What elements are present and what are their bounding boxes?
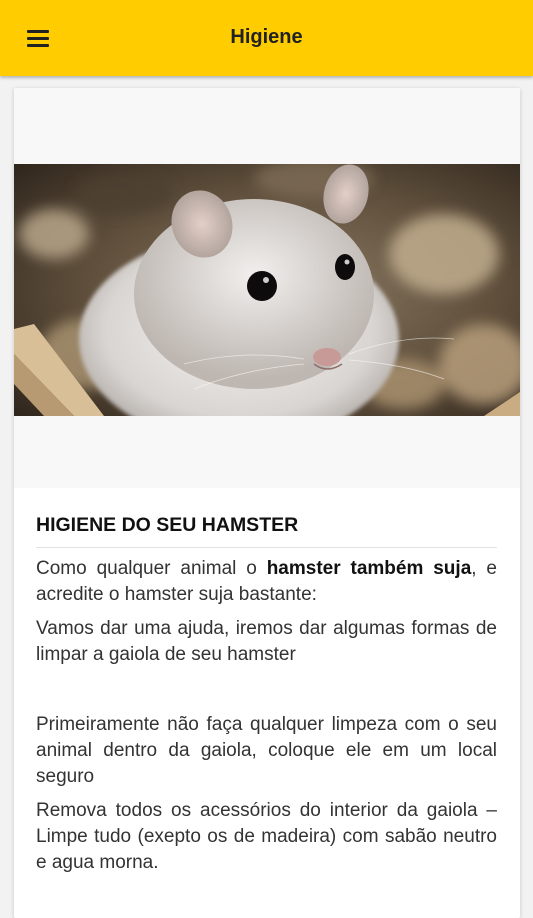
- article-paragraph-1: Como qualquer animal o hamster também su…: [36, 556, 497, 608]
- article-card: HIGIENE DO SEU HAMSTER Como qualquer ani…: [14, 88, 520, 918]
- article-heading: HIGIENE DO SEU HAMSTER: [36, 514, 497, 548]
- page-title: Higiene: [230, 26, 303, 48]
- hamster-photo: [14, 164, 520, 416]
- app-bar: Higiene: [0, 0, 533, 76]
- article-paragraph-3: Primeiramente não faça qualquer limpeza …: [36, 714, 497, 787]
- article-content: HIGIENE DO SEU HAMSTER Como qualquer ani…: [36, 514, 497, 876]
- paragraph-1-bold-text: hamster também suja: [266, 558, 472, 579]
- paragraph-1-text-start: Como qualquer animal o: [36, 558, 267, 579]
- article-media: [14, 88, 520, 488]
- article-paragraph-2: Vamos dar uma ajuda, iremos dar algumas …: [36, 618, 497, 665]
- article-paragraph-4: Remova todos os acessórios do interior d…: [36, 800, 497, 873]
- hamster-image: [14, 164, 520, 416]
